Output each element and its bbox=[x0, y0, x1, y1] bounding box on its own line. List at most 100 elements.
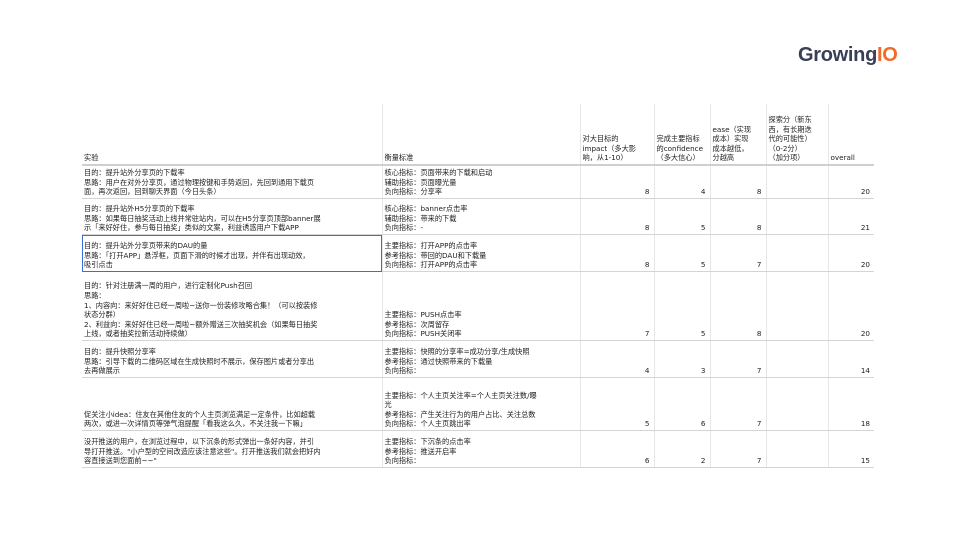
experiment-cell-line: 容直接送到您面前~~" bbox=[84, 456, 157, 466]
experiment-table: 实验 衡量标准 对大目标的 impact（多大影 响，从1-10） 完成主要指标… bbox=[82, 104, 874, 468]
metric-cell-line: 负向指标：打开APP的点击率 bbox=[384, 260, 478, 270]
table-row: 目的：提升快照分享率 思路：引导下载的二维码区域在生成快照时不展示，保存图片或者分… bbox=[82, 340, 874, 378]
confidence-cell[interactable]: 5 bbox=[654, 234, 711, 272]
metric-cell-line: 参考指标：通过快照带来的下载量 bbox=[384, 356, 493, 366]
metric-cell[interactable]: 主要指标：PUSH点击率 参考指标：次周留存 负向指标：PUSH关闭率 bbox=[382, 271, 581, 341]
impact-cell[interactable]: 7 bbox=[580, 271, 655, 341]
experiment-cell-line: 导打开推送。"小户型的空间改造应该注意这些"。打开推送我们就会把好内 bbox=[84, 446, 321, 456]
experiment-cell[interactable]: 目的：提升站外H5分享页的下载率 思路：如果每日抽奖活动上线并常驻站内，可以在H5… bbox=[82, 198, 383, 235]
confidence-cell[interactable]: 5 bbox=[654, 198, 711, 235]
logo-text-growing: Growing bbox=[798, 44, 878, 66]
overall-cell[interactable]: 20 bbox=[828, 234, 874, 272]
metric-cell-line: 负向指标：PUSH关闭率 bbox=[384, 329, 462, 339]
metric-cell-line: 主要指标：下沉条的点击率 bbox=[384, 437, 471, 447]
explore-cell[interactable] bbox=[766, 430, 829, 468]
experiment-cell-line: 状态分群） bbox=[84, 310, 120, 320]
experiment-cell[interactable]: 目的：提升站外分享页的下载率 思路：用户在对外分享页，通过物理按键和手势返回，先回… bbox=[82, 165, 383, 199]
header-impact[interactable]: 对大目标的 impact（多大影 响，从1-10） bbox=[580, 104, 655, 166]
experiment-cell-line: 目的：提升站外分享页的下载率 bbox=[84, 168, 185, 178]
ease-cell[interactable]: 7 bbox=[710, 234, 767, 272]
experiment-cell[interactable]: 目的：提升站外分享页带来的DAU的量 思路：「打开APP」悬浮框，页面下滑的时候才… bbox=[82, 234, 383, 272]
metric-cell-line: 主要指标：快照的分享率=成功分享/生成快照 bbox=[384, 347, 530, 357]
explore-cell[interactable] bbox=[766, 165, 829, 199]
metric-cell[interactable]: 主要指标：快照的分享率=成功分享/生成快照 参考指标：通过快照带来的下载量 负向指标… bbox=[382, 340, 581, 378]
metric-cell-line: 核心指标：页面带来的下载和启动 bbox=[384, 168, 493, 178]
ease-cell[interactable]: 8 bbox=[710, 165, 767, 199]
impact-cell[interactable]: 8 bbox=[580, 198, 655, 235]
overall-cell[interactable]: 20 bbox=[828, 271, 874, 341]
experiment-cell-line: 促关注小idea：住友在其他住友的个人主页浏览满足一定条件，比如超载 bbox=[84, 409, 316, 419]
experiment-cell[interactable]: 目的：针对注册满一周的用户，进行定制化Push召回 思路： 1、内容向：来好好住已经… bbox=[82, 271, 383, 341]
experiment-cell-line: 目的：提升站外分享页带来的DAU的量 bbox=[84, 241, 208, 251]
overall-cell[interactable]: 15 bbox=[828, 430, 874, 468]
metric-cell[interactable]: 主要指标：下沉条的点击率 参考指标：推送开启率 负向指标： bbox=[382, 430, 581, 468]
table-row: 目的：提升站外分享页带来的DAU的量 思路：「打开APP」悬浮框，页面下滑的时候才… bbox=[82, 234, 874, 272]
explore-cell[interactable] bbox=[766, 377, 829, 431]
overall-cell[interactable]: 18 bbox=[828, 377, 874, 431]
metric-cell-line: 负向指标： bbox=[384, 366, 421, 376]
metric-cell-line: 主要指标：PUSH点击率 bbox=[384, 310, 462, 320]
metric-cell-line: 负向指标：分享率 bbox=[384, 187, 443, 197]
ease-cell[interactable]: 8 bbox=[710, 271, 767, 341]
metric-cell-line: 辅助指标：页面曝光量 bbox=[384, 177, 457, 187]
metric-cell[interactable]: 主要指标：打开APP的点击率 参考指标：带回的DAU和下载量 负向指标：打开APP的… bbox=[382, 234, 581, 272]
header-explore[interactable]: 探索分（新东 西，有长期迭 代的可能性） （0-2分） （加分项） bbox=[766, 104, 829, 166]
table-row: 促关注小idea：住友在其他住友的个人主页浏览满足一定条件，比如超载 两次，或进一… bbox=[82, 377, 874, 431]
experiment-cell[interactable]: 促关注小idea：住友在其他住友的个人主页浏览满足一定条件，比如超载 两次，或进一… bbox=[82, 377, 383, 431]
metric-cell-line: 参考指标：带回的DAU和下载量 bbox=[384, 250, 487, 260]
experiment-cell-line: 思路： bbox=[84, 291, 106, 301]
metric-cell-line: 光 bbox=[384, 400, 392, 410]
experiment-cell[interactable]: 目的：提升快照分享率 思路：引导下载的二维码区域在生成快照时不展示，保存图片或者分… bbox=[82, 340, 383, 378]
header-experiment[interactable]: 实验 bbox=[82, 104, 383, 166]
metric-cell-line: 参考指标：次周留存 bbox=[384, 319, 450, 329]
explore-cell[interactable] bbox=[766, 271, 829, 341]
ease-cell[interactable]: 8 bbox=[710, 198, 767, 235]
impact-cell[interactable]: 5 bbox=[580, 377, 655, 431]
experiment-cell[interactable]: 没开推送的用户，在浏览过程中，以下沉条的形式弹出一条好内容，并引 导打开推送。"小… bbox=[82, 430, 383, 468]
ease-cell[interactable]: 7 bbox=[710, 340, 767, 378]
explore-cell[interactable] bbox=[766, 198, 829, 235]
experiment-cell-line: 思路：用户在对外分享页，通过物理按键和手势返回，先回到通用下载页 bbox=[84, 177, 315, 187]
metric-cell-line: 辅助指标：带来的下载 bbox=[384, 213, 457, 223]
header-overall[interactable]: overall bbox=[828, 104, 874, 166]
experiment-cell-line: 目的：针对注册满一周的用户，进行定制化Push召回 bbox=[84, 281, 253, 291]
experiment-cell-line: 没开推送的用户，在浏览过程中，以下沉条的形式弹出一条好内容，并引 bbox=[84, 437, 315, 447]
impact-cell[interactable]: 8 bbox=[580, 165, 655, 199]
experiment-cell-line: 1、内容向：来好好住已经一周啦~送你一份装修攻略合集！（可以按装修 bbox=[84, 300, 318, 310]
experiment-cell-line: 面，再次返回，回到聊天界面（今日头条） bbox=[84, 187, 221, 197]
confidence-cell[interactable]: 4 bbox=[654, 165, 711, 199]
overall-cell[interactable]: 14 bbox=[828, 340, 874, 378]
experiment-cell-line: 目的：提升快照分享率 bbox=[84, 347, 156, 357]
header-row: 实验 衡量标准 对大目标的 impact（多大影 响，从1-10） 完成主要指标… bbox=[82, 104, 874, 166]
metric-cell[interactable]: 核心指标：banner点击率 辅助指标：带来的下载 负向指标：- bbox=[382, 198, 581, 235]
metric-cell[interactable]: 主要指标：个人主页关注率=个人主页关注数/曝光参考指标：产生关注行为的用户占比、… bbox=[382, 377, 581, 431]
ease-cell[interactable]: 7 bbox=[710, 430, 767, 468]
overall-cell[interactable]: 21 bbox=[828, 198, 874, 235]
explore-cell[interactable] bbox=[766, 234, 829, 272]
ease-cell[interactable]: 7 bbox=[710, 377, 767, 431]
header-confidence[interactable]: 完成主要指标 的confidence （多大信心） bbox=[654, 104, 711, 166]
impact-cell[interactable]: 8 bbox=[580, 234, 655, 272]
table-row: 目的：针对注册满一周的用户，进行定制化Push召回 思路： 1、内容向：来好好住已经… bbox=[82, 271, 874, 341]
growingio-logo: GrowingIO bbox=[798, 44, 898, 67]
table-row: 目的：提升站外分享页的下载率 思路：用户在对外分享页，通过物理按键和手势返回，先回… bbox=[82, 165, 874, 199]
experiment-cell-line: 去再做展示 bbox=[84, 366, 120, 376]
impact-cell[interactable]: 6 bbox=[580, 430, 655, 468]
explore-cell[interactable] bbox=[766, 340, 829, 378]
experiment-cell-line: 目的：提升站外H5分享页的下载率 bbox=[84, 204, 195, 214]
experiment-cell-line: 上线，或者抽奖拉新活动持续做） bbox=[84, 329, 192, 339]
experiment-cell-line: 思路：「打开APP」悬浮框，页面下滑的时候才出现，并伴有出现动效， bbox=[84, 250, 310, 260]
confidence-cell[interactable]: 6 bbox=[654, 377, 711, 431]
confidence-cell[interactable]: 2 bbox=[654, 430, 711, 468]
metric-cell-line: 参考指标：产生关注行为的用户占比、关注总数 bbox=[384, 409, 536, 419]
table-row: 没开推送的用户，在浏览过程中，以下沉条的形式弹出一条好内容，并引 导打开推送。"小… bbox=[82, 430, 874, 468]
overall-cell[interactable]: 20 bbox=[828, 165, 874, 199]
confidence-cell[interactable]: 5 bbox=[654, 271, 711, 341]
impact-cell[interactable]: 4 bbox=[580, 340, 655, 378]
spreadsheet: 实验 衡量标准 对大目标的 impact（多大影 响，从1-10） 完成主要指标… bbox=[82, 104, 874, 468]
confidence-cell[interactable]: 3 bbox=[654, 340, 711, 378]
metric-cell[interactable]: 核心指标：页面带来的下载和启动 辅助指标：页面曝光量 负向指标：分享率 bbox=[382, 165, 581, 199]
header-metric[interactable]: 衡量标准 bbox=[382, 104, 581, 166]
header-ease[interactable]: ease（实现 成本）实现 成本越低， 分越高 bbox=[710, 104, 767, 166]
experiment-cell-line: 思路：引导下载的二维码区域在生成快照时不展示，保存图片或者分享出 bbox=[84, 356, 315, 366]
